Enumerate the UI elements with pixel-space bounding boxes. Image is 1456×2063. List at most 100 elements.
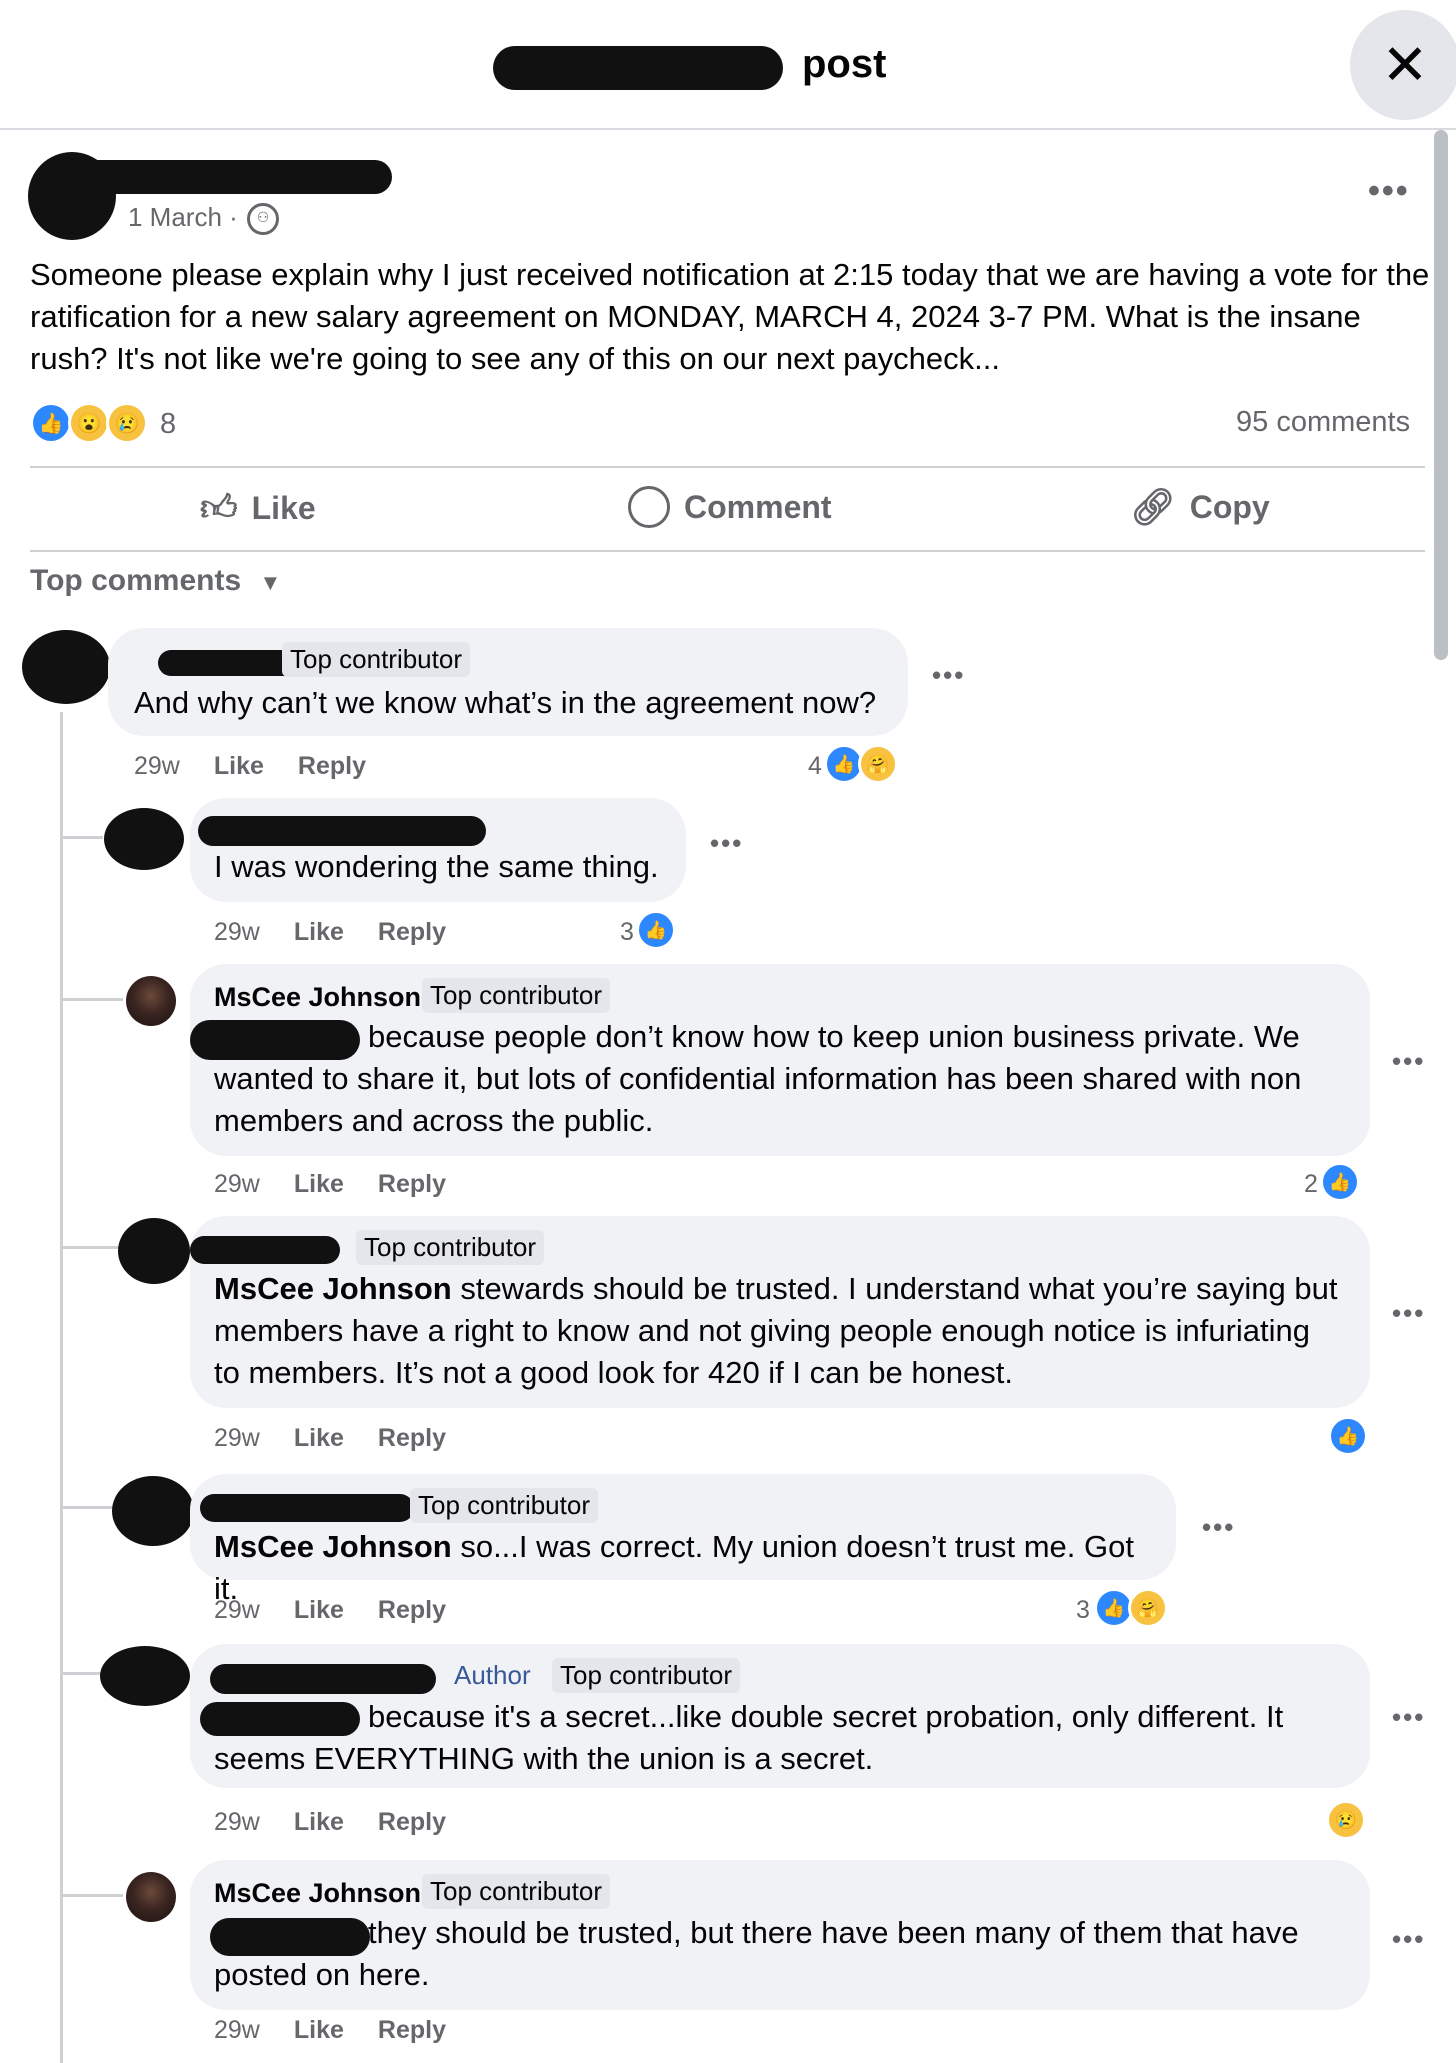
comment-meta: 29w Like Reply: [214, 918, 446, 947]
comment-time[interactable]: 29w: [214, 1170, 260, 1199]
dialog-title: post: [802, 42, 887, 86]
comment-menu-button[interactable]: •••: [1392, 1702, 1425, 1733]
post-date[interactable]: 1 March · ⚇: [128, 202, 280, 236]
top-contributor-badge: Top contributor: [356, 1230, 544, 1265]
comment-bubble: Author Top contributor because it's a se…: [190, 1644, 1370, 1788]
care-reaction-icon: 🤗: [858, 744, 898, 784]
wow-reaction-icon: 😮: [68, 402, 110, 444]
comment-time[interactable]: 29w: [214, 2016, 260, 2045]
thread-line: [63, 836, 103, 839]
comment-bubble: Top contributor MsCee Johnson stewards s…: [190, 1216, 1370, 1408]
comment-meta: 29w Like Reply: [214, 1424, 446, 1453]
comment-text: I was wondering the same thing.: [214, 849, 659, 884]
comment-time[interactable]: 29w: [214, 1808, 260, 1837]
comment-menu-button[interactable]: •••: [1202, 1512, 1235, 1543]
comment-menu-button[interactable]: •••: [1392, 1046, 1425, 1077]
comment-bubble: MsCee Johnson Top contributor they shoul…: [190, 1860, 1370, 2010]
commenter-name[interactable]: MsCee Johnson: [214, 982, 421, 1013]
redacted-author-name[interactable]: [60, 160, 392, 194]
like-button[interactable]: 👍︎ Like: [200, 486, 316, 530]
caret-down-icon: ▼: [259, 570, 282, 595]
commenter-avatar[interactable]: [126, 976, 176, 1026]
post-text: Someone please explain why I just receiv…: [30, 257, 1430, 376]
comment-text: MsCee Johnson stewards should be trusted…: [214, 1271, 1338, 1390]
top-contributor-badge: Top contributor: [282, 642, 470, 677]
redacted-commenter-name: [198, 816, 486, 846]
sad-reaction-icon[interactable]: 😢: [1326, 1800, 1366, 1840]
comment-like-button[interactable]: Like: [294, 1808, 344, 1837]
redacted-name: [493, 46, 783, 90]
comment-meta: 29w Like Reply: [214, 1170, 446, 1199]
commenter-name[interactable]: MsCee Johnson: [214, 1878, 421, 1909]
mention-link[interactable]: MsCee Johnson: [214, 1271, 452, 1306]
comment-menu-button[interactable]: •••: [932, 660, 965, 691]
care-reaction-icon: 🤗: [1128, 1588, 1168, 1628]
comment-reply-button[interactable]: Reply: [378, 1170, 446, 1199]
copy-button[interactable]: 🔗︎ Copy: [1130, 486, 1270, 528]
comment-reply-button[interactable]: Reply: [378, 1596, 446, 1625]
comment-bubble: Top contributor MsCee Johnson so...I was…: [190, 1474, 1176, 1606]
sad-reaction-icon: 😢: [106, 402, 148, 444]
divider: [30, 466, 1425, 468]
commenter-avatar[interactable]: [112, 1476, 194, 1546]
commenter-avatar[interactable]: [22, 630, 110, 704]
commenter-avatar[interactable]: [126, 1872, 176, 1922]
redacted-commenter-name: [190, 1236, 340, 1264]
comment-reply-button[interactable]: Reply: [378, 1808, 446, 1837]
comment-text: because people don’t know how to keep un…: [214, 1019, 1302, 1138]
thread-line: [63, 1672, 103, 1675]
thread-line: [63, 1894, 123, 1897]
comment-button[interactable]: Comment: [628, 486, 832, 528]
comment-like-button[interactable]: Like: [294, 1424, 344, 1453]
thumbs-up-icon: 👍︎: [200, 487, 238, 528]
comment-reaction-count[interactable]: 4: [808, 752, 822, 781]
comment-reply-button[interactable]: Reply: [378, 918, 446, 947]
scrollbar[interactable]: [1434, 130, 1448, 660]
thread-line: [60, 712, 63, 2063]
top-contributor-badge: Top contributor: [552, 1658, 740, 1693]
like-reaction-icon[interactable]: 👍: [1328, 1416, 1368, 1456]
comment-menu-button[interactable]: •••: [1392, 1298, 1425, 1329]
comment-text: they should be trusted, but there have b…: [214, 1915, 1299, 1992]
comment-time[interactable]: 29w: [214, 918, 260, 947]
comment-like-button[interactable]: Like: [294, 1596, 344, 1625]
close-icon: ✕: [1381, 33, 1429, 96]
comment-like-button[interactable]: Like: [294, 1170, 344, 1199]
comment-bubble: I was wondering the same thing.: [190, 798, 686, 902]
comment-time[interactable]: 29w: [134, 752, 180, 781]
top-contributor-badge: Top contributor: [410, 1488, 598, 1523]
comment-time[interactable]: 29w: [214, 1596, 260, 1625]
comment-bubble: MsCee Johnson Top contributor because pe…: [190, 964, 1370, 1156]
comment-reaction-count[interactable]: 3: [620, 918, 634, 947]
comments-count[interactable]: 95 comments: [1236, 406, 1410, 439]
like-reaction-icon: 👍: [1320, 1162, 1360, 1202]
sort-comments-dropdown[interactable]: Top comments ▼: [30, 564, 281, 598]
post-menu-button[interactable]: •••: [1368, 172, 1410, 211]
comment-reaction-count[interactable]: 2: [1304, 1170, 1318, 1199]
comment-menu-button[interactable]: •••: [710, 828, 743, 859]
commenter-avatar[interactable]: [104, 808, 184, 870]
thread-line: [63, 1246, 123, 1249]
thread-line: [63, 998, 123, 1001]
comment-reply-button[interactable]: Reply: [298, 752, 366, 781]
comment-like-button[interactable]: Like: [214, 752, 264, 781]
comment-bubble-icon: [628, 486, 670, 528]
close-button[interactable]: ✕: [1350, 10, 1456, 120]
mention-link[interactable]: MsCee Johnson: [214, 1529, 452, 1564]
commenter-avatar[interactable]: [100, 1646, 190, 1706]
comment-like-button[interactable]: Like: [294, 918, 344, 947]
comment-menu-button[interactable]: •••: [1392, 1924, 1425, 1955]
comment-like-button[interactable]: Like: [294, 2016, 344, 2045]
link-icon: 🔗︎: [1130, 486, 1176, 527]
commenter-avatar[interactable]: [118, 1218, 190, 1284]
reaction-count: 8: [160, 408, 177, 440]
like-reaction-icon: 👍: [30, 402, 72, 444]
reactions-summary[interactable]: 👍 😮 😢 8: [30, 400, 230, 446]
author-badge: Author: [454, 1660, 531, 1690]
comment-meta: 29w Like Reply: [134, 752, 366, 781]
comment-text: And why can’t we know what’s in the agre…: [134, 685, 877, 720]
comment-time[interactable]: 29w: [214, 1424, 260, 1453]
comment-reply-button[interactable]: Reply: [378, 1424, 446, 1453]
comment-reaction-count[interactable]: 3: [1076, 1596, 1090, 1625]
comment-reply-button[interactable]: Reply: [378, 2016, 446, 2045]
